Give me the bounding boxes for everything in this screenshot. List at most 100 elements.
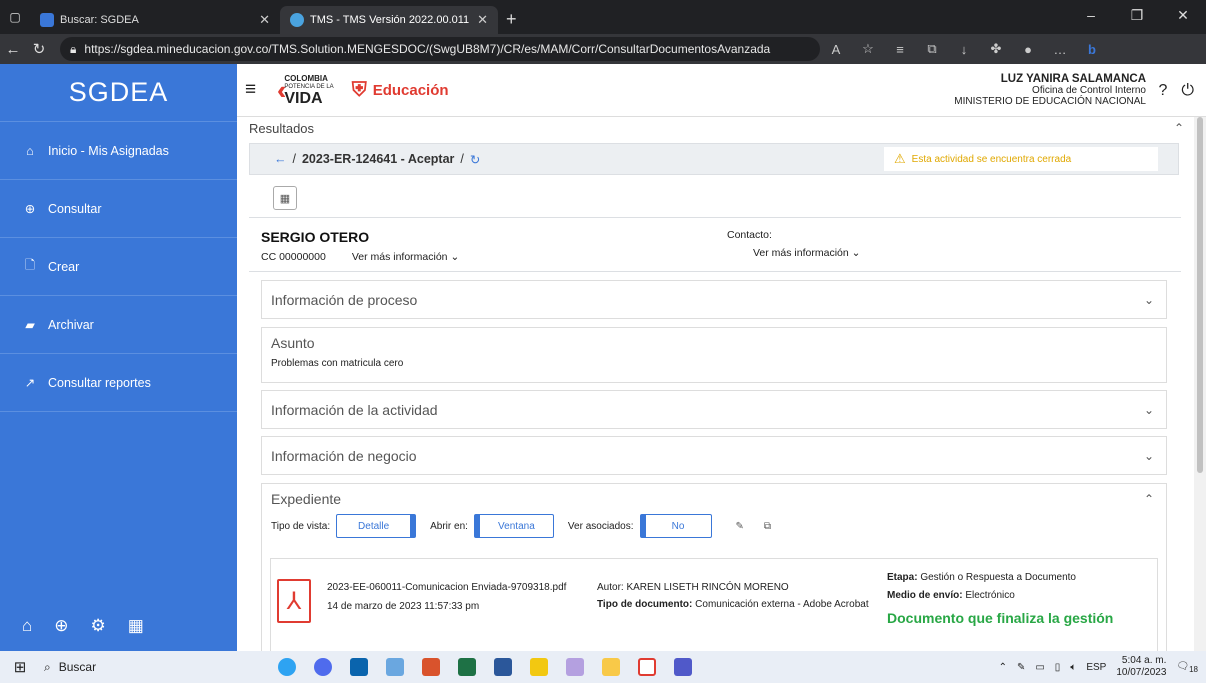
ver-asociados-toggle[interactable]: No bbox=[639, 514, 712, 538]
panel-title: Expediente bbox=[271, 491, 342, 507]
person-name: SERGIO OTERO bbox=[261, 229, 370, 245]
panel-asunto: Asunto Problemas con matricula cero bbox=[261, 327, 1167, 383]
outlook-icon[interactable] bbox=[350, 658, 368, 676]
url-field[interactable]: 🔒︎ https://sgdea.mineducacion.gov.co/TMS… bbox=[60, 37, 820, 61]
pen-icon[interactable]: ✎ bbox=[1017, 662, 1025, 673]
new-tab-icon[interactable]: + bbox=[498, 6, 525, 34]
tipo-vista-toggle[interactable]: Detalle bbox=[336, 514, 417, 538]
profile-avatar-icon[interactable]: ● bbox=[1012, 42, 1044, 57]
reload-icon[interactable]: ↻ bbox=[26, 40, 52, 58]
grid-icon[interactable]: ▦ bbox=[128, 616, 144, 636]
copilot-icon[interactable] bbox=[314, 658, 332, 676]
brand-title[interactable]: SGDEA bbox=[0, 64, 237, 122]
sidebar-item-inicio[interactable]: ⌂ Inicio - Mis Asignadas bbox=[0, 122, 237, 180]
notifications-icon[interactable]: 🗨︎18 bbox=[1176, 661, 1198, 674]
close-window-icon[interactable]: ✕ bbox=[1160, 0, 1206, 30]
panel-actividad[interactable]: Información de la actividad ⌄ bbox=[261, 390, 1167, 429]
final-document-badge: Documento que finaliza la gestión bbox=[887, 610, 1114, 626]
snipping-icon[interactable] bbox=[566, 658, 584, 676]
collections-icon[interactable]: ⧉ bbox=[916, 41, 948, 57]
favorites-icon[interactable]: ≡ bbox=[884, 42, 916, 57]
document-card[interactable]: ⅄ 2023-EE-060011-Comunicacion Enviada-97… bbox=[270, 558, 1158, 651]
teams-icon[interactable] bbox=[674, 658, 692, 676]
close-tab-icon[interactable]: ✕ bbox=[259, 12, 270, 28]
medio-label: Medio de envío: bbox=[887, 590, 963, 601]
windows-taskbar: ⊞ ⌕ Buscar ⌃ ✎ ▭ ▯ 🔈︎ ESP 5:04 a. m. 10/… bbox=[0, 651, 1206, 683]
breadcrumb-separator: / bbox=[292, 152, 296, 166]
edge-icon[interactable] bbox=[278, 658, 296, 676]
back-arrow-icon[interactable]: ← bbox=[274, 152, 287, 166]
tipo-doc-value: Comunicación externa - Adobe Acrobat bbox=[695, 599, 869, 610]
restore-icon[interactable]: ❐ bbox=[1114, 0, 1160, 30]
minimize-icon[interactable]: – bbox=[1068, 0, 1114, 30]
copy-icon[interactable]: ⧉ bbox=[764, 521, 771, 532]
ver-mas-link[interactable]: Ver más información ⌄ bbox=[352, 251, 459, 263]
scrollbar-thumb[interactable] bbox=[1197, 117, 1203, 473]
favorite-star-icon[interactable]: ☆ bbox=[852, 41, 884, 57]
chevron-up-icon[interactable]: ⌃ bbox=[1144, 492, 1154, 506]
menu-toggle-icon[interactable]: ≡ bbox=[245, 79, 267, 101]
panel-proceso[interactable]: Información de proceso ⌄ bbox=[261, 280, 1167, 319]
settings-icon[interactable]: ⚙ bbox=[91, 616, 106, 636]
chevron-down-icon[interactable]: ⌄ bbox=[1144, 449, 1154, 463]
powerbi-icon[interactable] bbox=[530, 658, 548, 676]
sidebar-item-reportes[interactable]: ↗ Consultar reportes bbox=[0, 354, 237, 412]
system-tray: ⌃ ✎ ▭ ▯ 🔈︎ ESP 5:04 a. m. 10/07/2023 🗨︎1… bbox=[999, 651, 1198, 683]
language-indicator[interactable]: ESP bbox=[1086, 662, 1106, 673]
read-aloud-icon[interactable]: A bbox=[820, 42, 852, 57]
extensions-icon[interactable]: ✤ bbox=[980, 41, 1012, 57]
sgdea-favicon-icon bbox=[40, 13, 54, 27]
abrir-en-toggle[interactable]: Ventana bbox=[473, 514, 554, 538]
contact-ver-mas-link[interactable]: Ver más información ⌄ bbox=[753, 247, 860, 259]
back-icon[interactable]: ← bbox=[0, 41, 26, 58]
tab-buscar-sgdea[interactable]: Buscar: SGDEA ✕ bbox=[30, 6, 280, 34]
colombia-logo: ‹‹ COLOMBIA POTENCIA DE LA VIDA bbox=[277, 74, 334, 106]
refresh-icon[interactable]: ↻ bbox=[470, 152, 480, 167]
home-icon[interactable]: ⌂ bbox=[22, 616, 32, 636]
windows-start-icon[interactable]: ⊞ bbox=[0, 658, 40, 676]
bing-icon[interactable]: b bbox=[1076, 42, 1108, 57]
files-icon[interactable] bbox=[386, 658, 404, 676]
word-icon[interactable] bbox=[494, 658, 512, 676]
search-icon: ⊕ bbox=[24, 202, 36, 216]
power-icon[interactable]: ⏻ bbox=[1181, 82, 1194, 100]
powerpoint-icon[interactable] bbox=[422, 658, 440, 676]
tab-tms[interactable]: TMS - TMS Versión 2022.00.011 ✕ bbox=[280, 6, 498, 34]
autor-label: Autor: bbox=[597, 582, 624, 593]
excel-icon[interactable] bbox=[458, 658, 476, 676]
etapa-label: Etapa: bbox=[887, 572, 918, 583]
volume-icon[interactable]: 🔈︎ bbox=[1070, 662, 1076, 673]
education-logo: ⛨ Educación bbox=[352, 79, 449, 102]
network-icon[interactable]: ▭ bbox=[1035, 662, 1044, 673]
acrobat-icon[interactable] bbox=[638, 658, 656, 676]
chevron-down-icon[interactable]: ⌄ bbox=[1144, 293, 1154, 307]
taskbar-search-text: Buscar bbox=[58, 660, 97, 674]
chevron-up-icon[interactable]: ⌃ bbox=[1174, 121, 1184, 135]
document-date: 14 de marzo de 2023 11:57:33 pm bbox=[327, 601, 480, 612]
help-icon[interactable]: ? bbox=[1158, 82, 1167, 100]
tab-actions-icon[interactable]: ▢ bbox=[0, 10, 30, 24]
more-icon[interactable]: … bbox=[1044, 42, 1076, 57]
close-tab-icon[interactable]: ✕ bbox=[477, 12, 488, 28]
chevron-down-icon[interactable]: ⌄ bbox=[1144, 403, 1154, 417]
document-name[interactable]: 2023-EE-060011-Comunicacion Enviada-9709… bbox=[327, 581, 597, 594]
explorer-icon[interactable] bbox=[602, 658, 620, 676]
scrollbar[interactable] bbox=[1194, 117, 1206, 651]
clock[interactable]: 5:04 a. m. 10/07/2023 bbox=[1116, 655, 1166, 679]
sidebar: SGDEA ⌂ Inicio - Mis Asignadas ⊕ Consult… bbox=[0, 64, 237, 651]
attach-icon[interactable]: ✎ bbox=[736, 521, 744, 532]
asunto-text: Problemas con matricula cero bbox=[271, 358, 404, 369]
panel-title: Información de la actividad bbox=[271, 402, 438, 418]
coat-of-arms-icon: ⛨ bbox=[351, 78, 367, 101]
panel-negocio[interactable]: Información de negocio ⌄ bbox=[261, 436, 1167, 475]
taskbar-search[interactable]: ⌕ Buscar bbox=[40, 660, 230, 675]
search-icon[interactable]: ⊕ bbox=[54, 616, 68, 636]
tray-chevron-icon[interactable]: ⌃ bbox=[999, 662, 1007, 673]
calendar-button[interactable]: ▦ bbox=[273, 186, 297, 210]
logo-edu-text: Educación bbox=[372, 81, 449, 99]
sidebar-item-crear[interactable]: 🗋︎ Crear bbox=[0, 238, 237, 296]
downloads-icon[interactable]: ↓ bbox=[948, 42, 980, 57]
battery-icon[interactable]: ▯ bbox=[1055, 662, 1061, 673]
sidebar-item-archivar[interactable]: ▰ Archivar bbox=[0, 296, 237, 354]
sidebar-item-consultar[interactable]: ⊕ Consultar bbox=[0, 180, 237, 238]
